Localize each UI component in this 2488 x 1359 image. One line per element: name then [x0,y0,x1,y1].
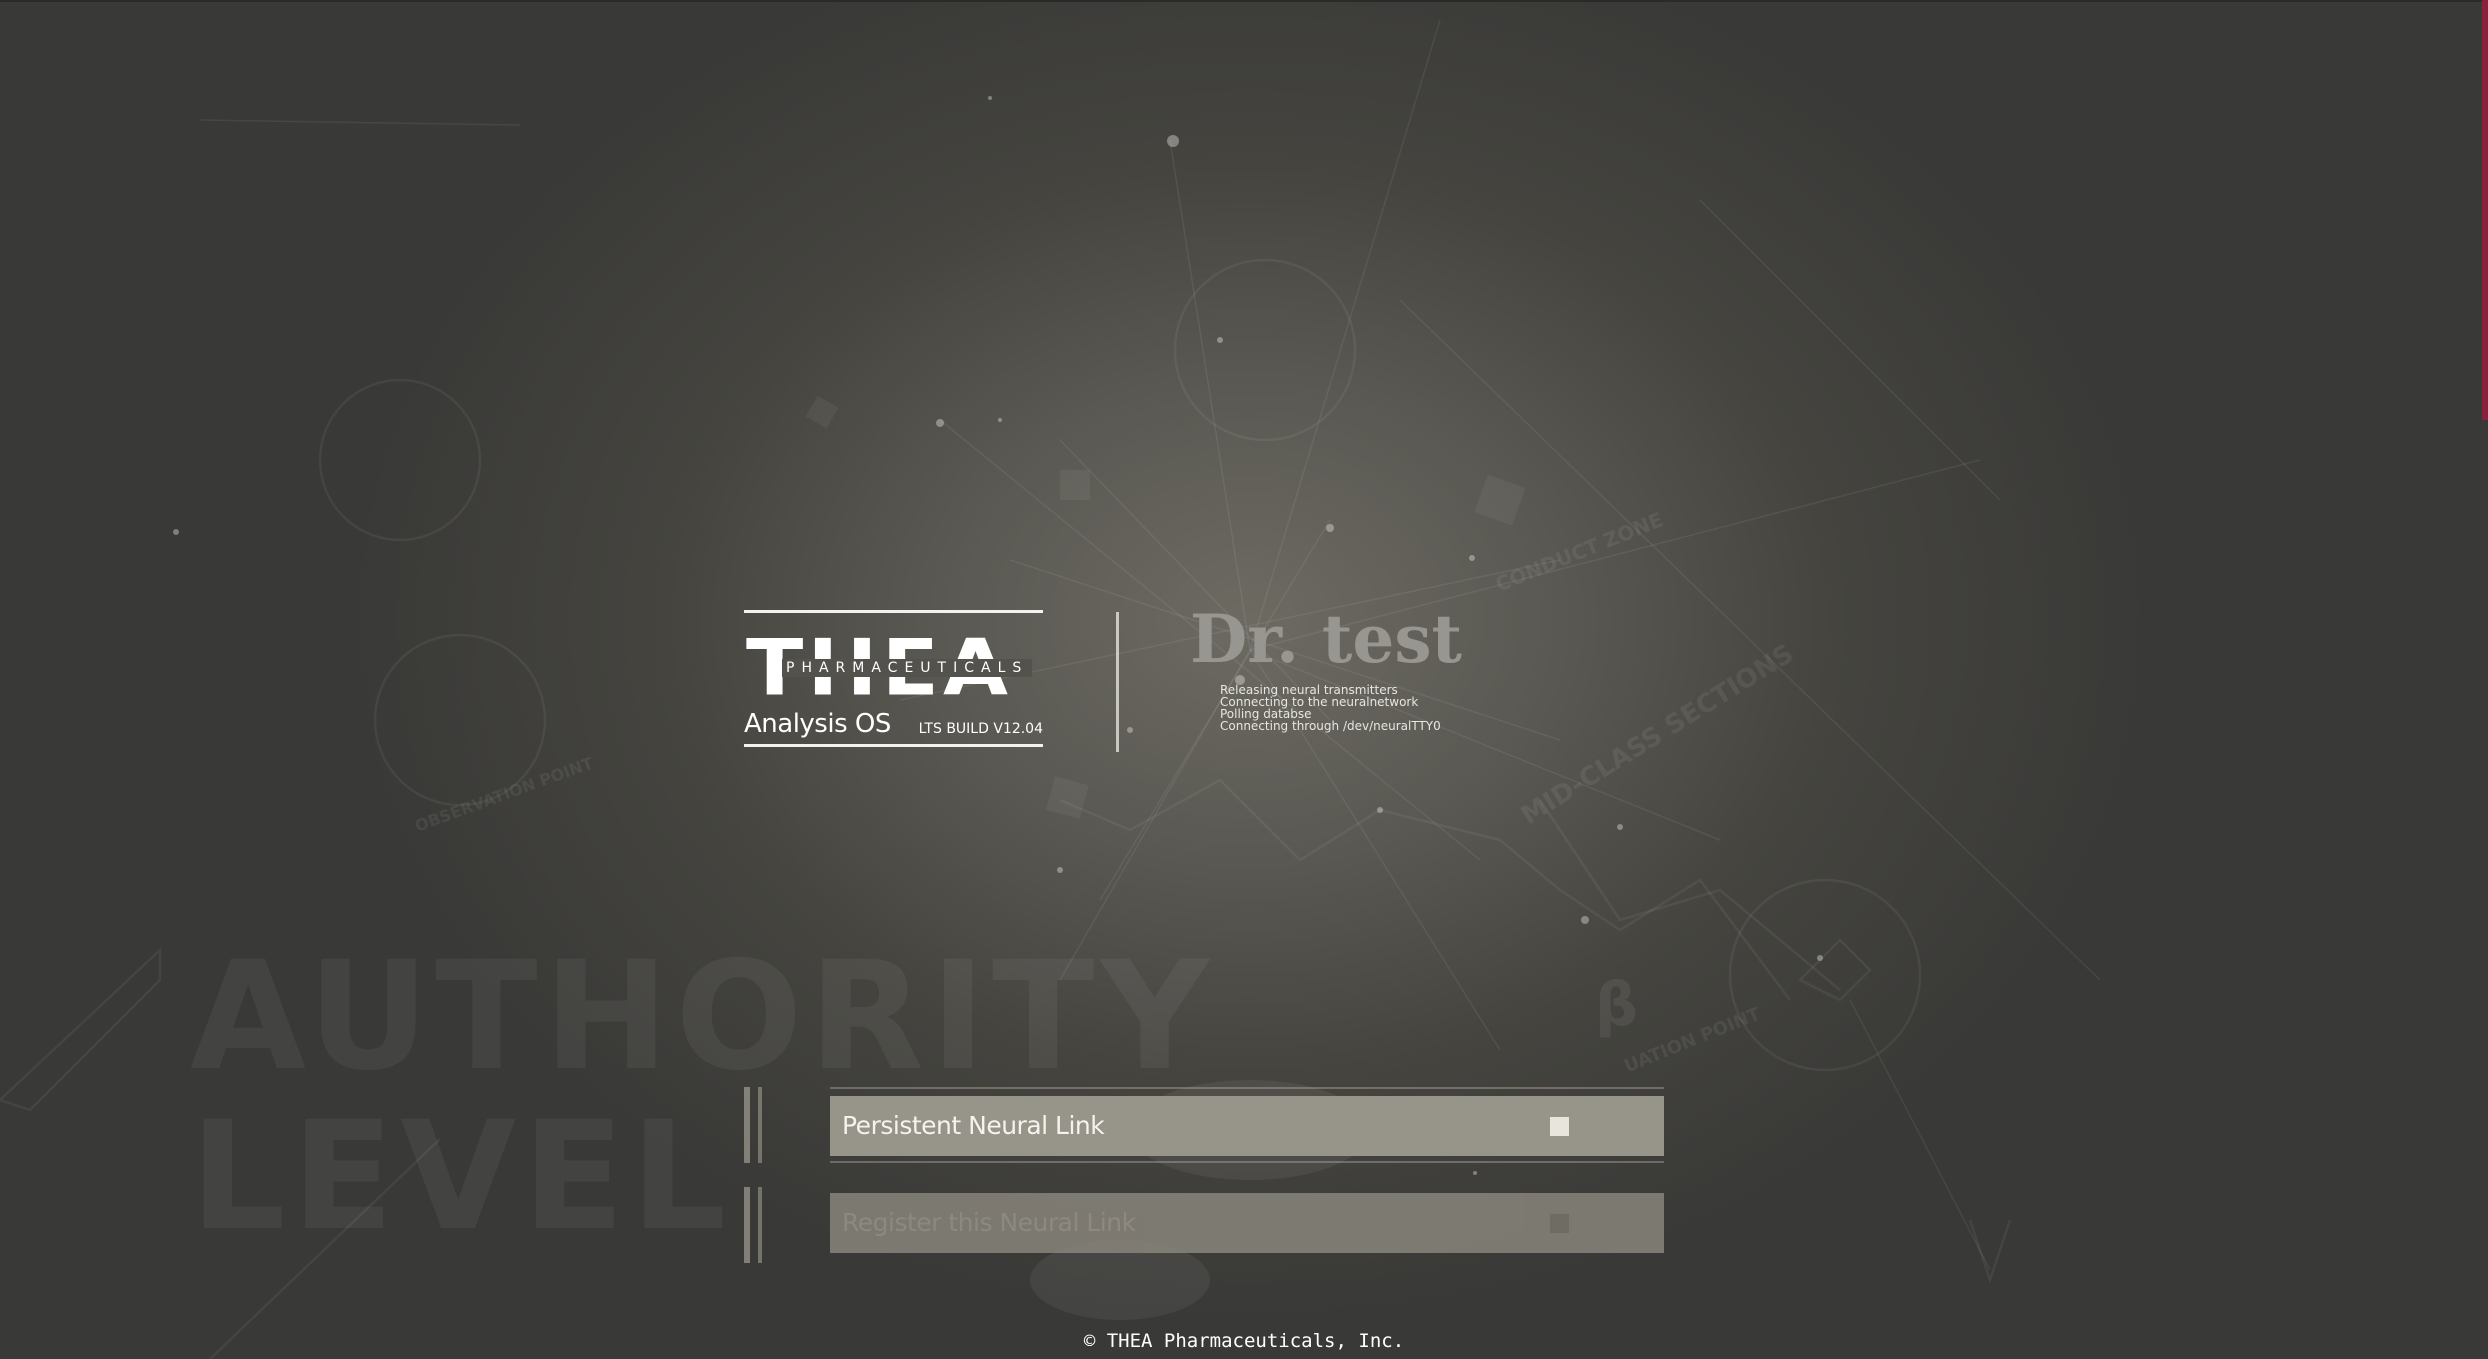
vertical-divider [1116,612,1119,752]
register-neural-link-toggle[interactable]: Register this Neural Link [830,1193,1664,1253]
register-link-row: Register this Neural Link [744,1187,1664,1267]
level-watermark: LEVEL [190,1090,733,1264]
logo-subtitle: PHARMACEUTICALS [782,659,1033,677]
option-label: Persistent Neural Link [842,1111,1105,1140]
beta-watermark: β [1595,970,1638,1040]
checkbox-checked-icon[interactable] [1550,1117,1569,1136]
login-screen: AUTHORITY LEVEL CONDUCT ZONE MID-CLASS S… [0,0,2488,1359]
connection-status-log: Releasing neural transmitters Connecting… [1220,684,1441,732]
status-line: Connecting through /dev/neuralTTY0 [1220,719,1441,733]
authority-watermark: AUTHORITY [190,930,1215,1104]
row-accent-bar [744,1187,762,1263]
row-rule-bottom [830,1161,1664,1163]
row-accent-bar [744,1087,762,1163]
thea-logo: THEA PHARMACEUTICALS Analysis OS LTS BUI… [744,610,1043,747]
persistent-neural-link-toggle[interactable]: Persistent Neural Link [830,1096,1664,1156]
build-version: LTS BUILD V12.04 [918,721,1043,737]
option-label: Register this Neural Link [842,1208,1136,1237]
user-greeting: Dr. test [1190,600,1463,678]
persistent-link-row: Persistent Neural Link [744,1087,1664,1167]
checkbox-unchecked-icon[interactable] [1550,1214,1569,1233]
copyright-footer: © THEA Pharmaceuticals, Inc. [1083,1330,1405,1352]
product-name: Analysis OS [744,709,891,739]
row-rule-top [830,1087,1664,1089]
